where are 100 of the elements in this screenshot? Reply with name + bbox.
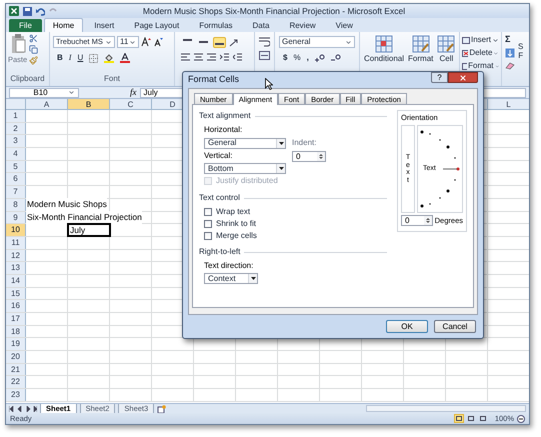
row-header[interactable]: 14 — [6, 274, 26, 287]
close-button[interactable] — [448, 72, 478, 83]
row-header[interactable]: 22 — [6, 376, 26, 388]
checkbox[interactable] — [204, 220, 212, 228]
percent-button[interactable]: % — [293, 52, 301, 64]
row-header[interactable]: 2 — [6, 122, 26, 134]
font-color-icon[interactable] — [120, 53, 130, 63]
align-text-icon[interactable] — [207, 53, 216, 61]
horizontal-select[interactable]: General — [204, 138, 286, 148]
name-box[interactable]: B10 — [9, 88, 79, 98]
cells-command[interactable]: Format — [468, 60, 494, 72]
insert-function-button[interactable]: fx — [130, 86, 136, 100]
row-header[interactable]: 7 — [6, 186, 26, 198]
comma-button[interactable]: , — [306, 52, 309, 64]
row-header[interactable]: 21 — [6, 364, 26, 376]
column-header[interactable]: B — [68, 99, 110, 109]
format-painter-icon[interactable] — [29, 56, 38, 65]
row-header[interactable]: 8 — [6, 198, 26, 210]
column-header[interactable]: C — [110, 99, 152, 109]
insert-sheet-icon[interactable] — [157, 404, 166, 412]
bold-button[interactable]: B — [57, 52, 63, 64]
row-header[interactable]: 17 — [6, 313, 26, 325]
vertical-select[interactable]: Bottom — [204, 163, 286, 174]
dialog-button[interactable]: Cancel — [434, 320, 476, 333]
spinner-field[interactable]: 0 — [292, 151, 326, 162]
checkbox[interactable] — [204, 208, 212, 216]
dialog-button[interactable]: OK — [386, 320, 428, 333]
grow-font-icon[interactable] — [141, 37, 151, 47]
currency-button[interactable]: $ — [283, 52, 288, 64]
cells-command-icon[interactable] — [462, 62, 468, 70]
shrink-font-icon[interactable] — [153, 37, 163, 47]
cells-command-icon[interactable] — [462, 50, 468, 56]
sort-filter-label[interactable]: S — [518, 43, 524, 52]
row-header[interactable]: 10 — [6, 224, 26, 236]
zoom-out-icon[interactable] — [517, 414, 525, 422]
cells-command[interactable]: Insert — [470, 34, 491, 46]
row-header[interactable]: 18 — [6, 326, 26, 338]
row-header[interactable]: 19 — [6, 338, 26, 350]
decrease-decimal-icon[interactable] — [330, 54, 341, 62]
merge-icon[interactable] — [259, 51, 270, 60]
excel-logo-icon[interactable] — [9, 6, 19, 16]
view-button[interactable] — [478, 414, 488, 423]
sort-filter-label[interactable]: F — [518, 52, 524, 61]
checkbox[interactable] — [204, 232, 212, 240]
increase-decimal-icon[interactable] — [314, 54, 325, 62]
font-size-field[interactable]: 11 — [117, 36, 139, 48]
align-text-icon[interactable] — [194, 53, 203, 61]
autosum-button[interactable]: Σ — [505, 35, 515, 44]
style-button-label[interactable]: Format — [408, 53, 434, 65]
row-header[interactable]: 9 — [6, 212, 26, 224]
copy-icon[interactable] — [29, 45, 38, 54]
save-icon[interactable] — [23, 6, 32, 16]
row-header[interactable]: 3 — [6, 135, 26, 148]
ribbon-tab[interactable]: View — [326, 19, 362, 32]
file-tab[interactable]: File — [9, 19, 42, 32]
ribbon-tab[interactable]: Review — [280, 19, 325, 32]
table-style-icon[interactable] — [412, 35, 430, 53]
sheet-navigation-icon[interactable] — [9, 406, 37, 412]
paste-icon[interactable] — [10, 34, 26, 54]
row-header[interactable]: 13 — [6, 262, 26, 274]
indent-icon[interactable] — [220, 53, 229, 61]
spinner-field[interactable]: 0 — [401, 215, 433, 226]
column-header[interactable]: L — [488, 99, 529, 109]
row-header[interactable]: 23 — [6, 389, 26, 401]
ribbon-tab[interactable]: Insert — [85, 19, 124, 32]
row-header[interactable]: 5 — [6, 160, 26, 172]
row-header[interactable]: 15 — [6, 288, 26, 300]
help-button[interactable]: ? — [431, 72, 448, 83]
style-button-label[interactable]: Cell — [439, 53, 454, 65]
ribbon-tab[interactable]: Home — [44, 18, 84, 32]
text-direction-select[interactable]: Context — [204, 273, 258, 284]
fill-down-icon[interactable] — [505, 48, 515, 58]
eraser-icon[interactable] — [505, 62, 515, 70]
cells-command-icon[interactable] — [462, 36, 470, 44]
view-button[interactable] — [454, 414, 464, 423]
view-button[interactable] — [466, 414, 476, 423]
ribbon-tab[interactable]: Data — [244, 19, 278, 32]
cells-command[interactable]: Delete — [469, 47, 492, 59]
indent-icon[interactable] — [233, 53, 242, 61]
row-header[interactable]: 6 — [6, 173, 26, 186]
ribbon-tab[interactable]: Formulas — [190, 19, 242, 32]
style-button-label[interactable]: Conditional — [364, 53, 404, 65]
number-format-field[interactable]: General — [279, 36, 355, 48]
table-style-icon[interactable] — [437, 35, 456, 53]
underline-button[interactable]: U — [77, 52, 84, 64]
cut-icon[interactable] — [29, 34, 38, 43]
fill-color-icon[interactable] — [104, 53, 114, 63]
borders-icon[interactable] — [89, 54, 98, 62]
wrap-text-icon[interactable] — [259, 37, 270, 47]
row-header[interactable]: 4 — [6, 148, 26, 160]
horizontal-scrollbar[interactable] — [366, 405, 526, 412]
undo-icon[interactable] — [36, 6, 45, 16]
table-style-icon[interactable] — [375, 35, 394, 53]
row-header[interactable]: 12 — [6, 250, 26, 262]
row-header[interactable]: 11 — [6, 236, 26, 249]
italic-button[interactable]: I — [68, 52, 72, 64]
align-text-icon[interactable] — [181, 53, 190, 61]
row-header[interactable]: 1 — [6, 110, 26, 122]
row-header[interactable]: 16 — [6, 300, 26, 312]
ribbon-tab[interactable]: Page Layout — [125, 19, 188, 32]
